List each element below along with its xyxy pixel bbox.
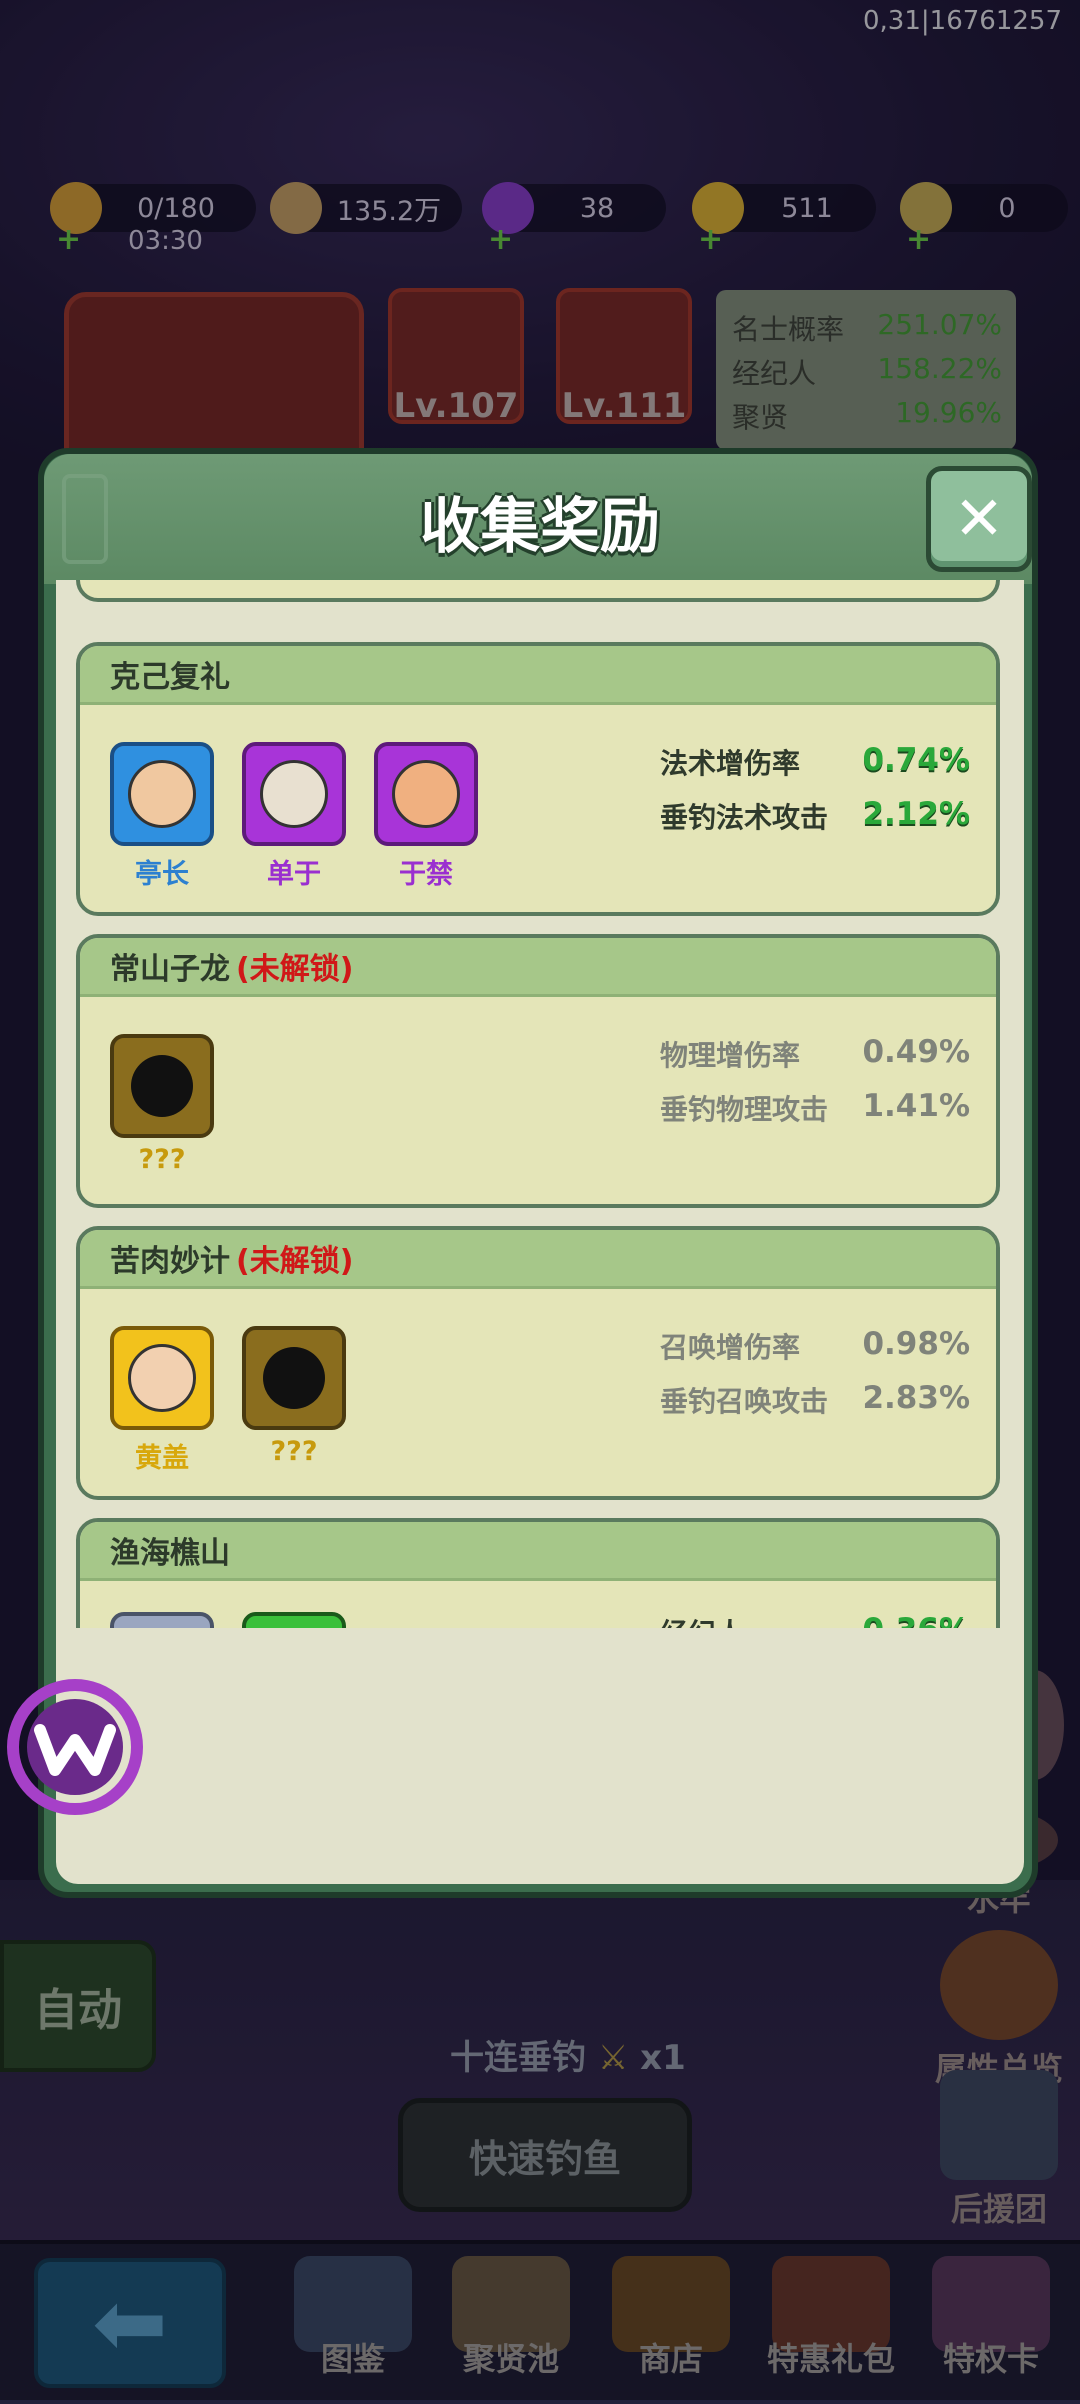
hero-name: 于禁 [399,859,453,890]
bonus-row: 经纪人 0.36% [660,1612,970,1628]
hero-portrait[interactable] [242,742,346,846]
hero-portrait[interactable] [110,1326,214,1430]
silhouette-icon [263,1347,325,1409]
bonus-row: 召唤增伤率 0.98% [660,1326,970,1366]
card-title-text: 渔海樵山 [110,1536,230,1571]
bonus-value: 0.49% [862,1034,970,1070]
card-title-text: 苦肉妙计 [110,1244,230,1279]
hero-portrait-locked[interactable] [242,1326,346,1430]
card-title: 苦肉妙计 (未解锁) [80,1230,996,1289]
collection-card: 常山子龙 (未解锁) ??? 物理增伤率 0.49% 垂钓物理攻击 1.41% [76,934,1000,1208]
locked-tag: (未解锁) [236,952,354,987]
bonus-value: 2.12% [862,796,970,832]
bonus-row: 垂钓法术攻击 2.12% [660,796,970,836]
hero-portrait[interactable] [110,742,214,846]
bonus-row: 垂钓物理攻击 1.41% [660,1088,970,1128]
bonus-row: 垂钓召唤攻击 2.83% [660,1380,970,1420]
bonus-row: 物理增伤率 0.49% [660,1034,970,1074]
bonus-row: 法术增伤率 0.74% [660,742,970,782]
collection-card: 渔海樵山 经纪人 0.36% [76,1518,1000,1628]
locked-tag: (未解锁) [236,1244,354,1279]
close-button[interactable]: ✕ [926,466,1032,572]
close-icon: ✕ [953,484,1005,554]
bonus-value: 2.83% [862,1380,970,1416]
hero-face-icon [260,760,328,828]
collection-list[interactable]: 克己复礼 亭长 单于 于禁 法术增伤率 0.74% 垂钓法术攻击 2.12% 常… [56,580,1024,1628]
hero-portrait[interactable] [374,742,478,846]
collection-card-partial [76,580,1000,602]
bonus-label: 召唤增伤率 [660,1331,801,1364]
bonus-value: 0.36% [862,1612,970,1628]
bonus-label: 物理增伤率 [660,1039,801,1072]
card-title: 常山子龙 (未解锁) [80,938,996,997]
hero-face-icon [128,760,196,828]
hero-portrait[interactable] [242,1612,346,1628]
bonus-value: 0.98% [862,1326,970,1362]
bonus-label: 垂钓召唤攻击 [660,1385,829,1418]
collection-card: 苦肉妙计 (未解锁) 黄盖 ??? 召唤增伤率 0.98% 垂钓召唤攻击 2.8… [76,1226,1000,1500]
bonus-label: 法术增伤率 [660,747,801,780]
w-logo-icon[interactable] [0,1672,150,1822]
hero-name: 黄盖 [135,1443,189,1474]
dialog-title: 收集奖励 [420,492,660,562]
card-title: 克己复礼 [80,646,996,705]
bonus-label: 垂钓法术攻击 [660,801,829,834]
hero-name: ??? [270,1436,318,1467]
card-title-text: 常山子龙 [110,952,230,987]
bonus-value: 1.41% [862,1088,970,1124]
bonus-label: 垂钓物理攻击 [660,1093,829,1126]
hero-portrait[interactable] [110,1612,214,1628]
card-title: 渔海樵山 [80,1522,996,1581]
collection-card: 克己复礼 亭长 单于 于禁 法术增伤率 0.74% 垂钓法术攻击 2.12% [76,642,1000,916]
bonus-label: 经纪人 [660,1612,744,1628]
hero-face-icon [392,760,460,828]
hero-name: ??? [138,1144,186,1175]
hero-name: 亭长 [135,859,189,890]
hero-name: 单于 [267,859,321,890]
hero-face-icon [128,1344,196,1412]
bonus-value: 0.74% [862,742,970,778]
card-title-text: 克己复礼 [110,660,230,695]
hero-portrait-locked[interactable] [110,1034,214,1138]
silhouette-icon [131,1055,193,1117]
